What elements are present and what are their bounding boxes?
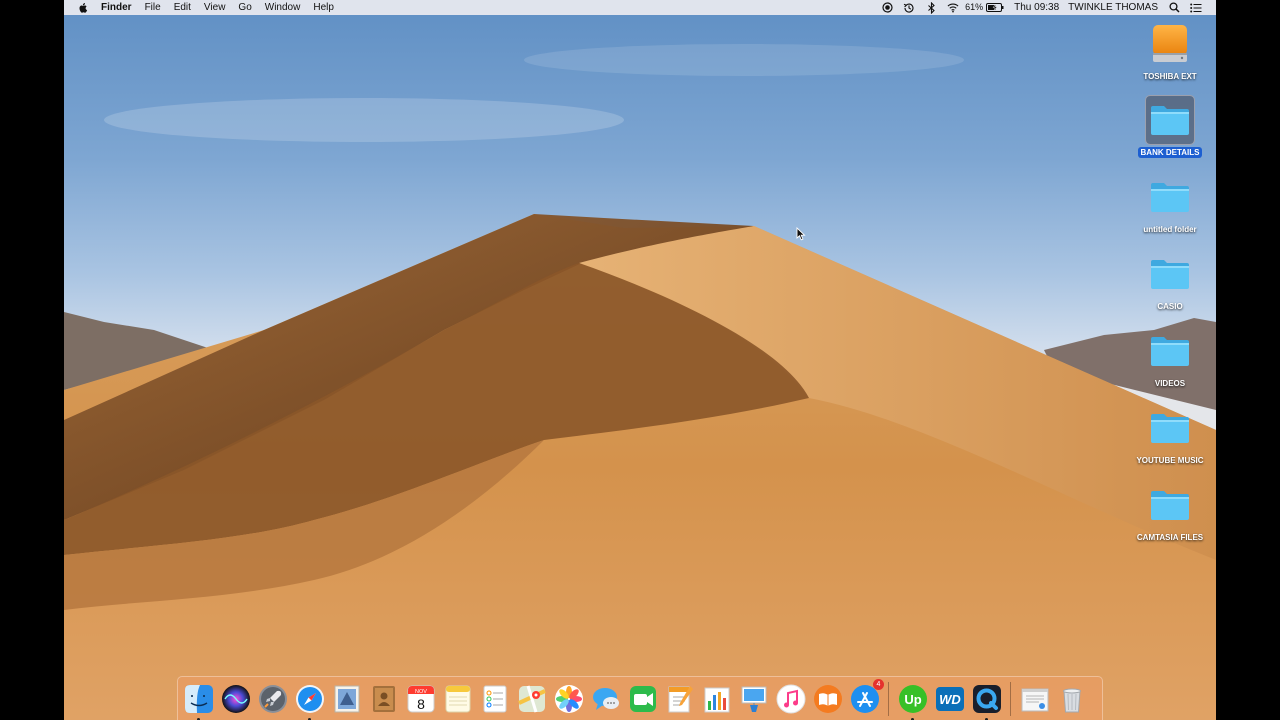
ibooks-icon [813, 684, 842, 713]
dock-maps[interactable] [515, 682, 548, 715]
notification-center-icon[interactable] [1190, 2, 1202, 14]
wd-logo-text: WD [939, 692, 961, 707]
menubar-user-name[interactable]: TWINKLE THOMAS [1068, 2, 1158, 13]
folder-icon [1146, 327, 1194, 375]
dock-facetime[interactable] [626, 682, 659, 715]
desktop-icon-camtasia-files[interactable]: CAMTASIA FILES [1132, 481, 1208, 543]
menubar-clock[interactable]: Thu 09:38 [1014, 2, 1059, 13]
dock-pages[interactable] [663, 682, 696, 715]
desktop-icon-label: VIDEOS [1154, 379, 1186, 388]
dock-quicktime[interactable] [970, 682, 1003, 720]
dock-photos[interactable] [552, 682, 585, 715]
dock-siri[interactable] [219, 682, 252, 715]
battery-icon[interactable] [986, 2, 1004, 14]
messages-bubble-icon [592, 687, 619, 710]
trash-icon [1062, 688, 1081, 712]
dock-ibooks[interactable] [811, 682, 844, 715]
desktop-icon-casio[interactable]: CASIO [1132, 250, 1208, 312]
wd-icon: WD [935, 686, 964, 711]
menu-bar: Finder File Edit View Go Window Help 61% [64, 0, 1216, 15]
dock-safari[interactable] [293, 682, 326, 720]
reminders-icon [483, 685, 506, 712]
dock-keynote[interactable] [737, 682, 770, 715]
photos-flower-icon [554, 684, 583, 713]
dock-launchpad[interactable] [256, 682, 289, 715]
folder-icon [1146, 173, 1194, 221]
notification-badge: 4 [873, 679, 884, 690]
upwork-logo-text: Up [904, 692, 921, 707]
dock-messages[interactable] [589, 682, 622, 715]
folder-icon [1146, 481, 1194, 529]
desktop-icon-label: YOUTUBE MUSIC [1136, 456, 1204, 465]
dock-calendar[interactable]: NOV 8 [404, 682, 437, 715]
folder-icon [1146, 404, 1194, 452]
dock-notes[interactable] [441, 682, 474, 715]
menu-file[interactable]: File [145, 0, 161, 15]
dock-trash[interactable] [1055, 682, 1088, 715]
mail-stamp-icon [334, 685, 359, 712]
apple-icon[interactable] [78, 2, 89, 14]
safari-compass-icon [295, 684, 324, 713]
dock-reminders[interactable] [478, 682, 511, 715]
itunes-music-icon [776, 684, 805, 713]
battery-percentage: 61% [965, 2, 984, 12]
preview-document-icon [1021, 688, 1048, 711]
dock-separator [888, 681, 889, 716]
quicktime-icon [972, 684, 1001, 713]
dock-separator [1010, 681, 1011, 716]
desktop-icon-label: untitled folder [1143, 225, 1197, 234]
finder-icon [184, 684, 213, 713]
dock-app-store[interactable]: 4 [848, 679, 884, 715]
menu-go[interactable]: Go [238, 0, 251, 15]
calendar-icon: NOV8 [407, 685, 434, 712]
desktop-icon-untitled-folder[interactable]: untitled folder [1132, 173, 1208, 235]
dock-finder[interactable] [182, 682, 215, 720]
siri-icon [221, 684, 250, 713]
calendar-month: NOV [415, 689, 427, 695]
folder-icon [1146, 250, 1194, 298]
desktop-icon-bank-details[interactable]: BANK DETAILS [1132, 95, 1208, 158]
desktop-icon-label: TOSHIBA EXT [1143, 72, 1197, 81]
menu-help[interactable]: Help [313, 0, 334, 15]
folder-icon [1145, 95, 1195, 145]
bluetooth-icon[interactable] [925, 1, 937, 14]
launchpad-rocket-icon [258, 684, 287, 713]
external-drive-icon [1146, 20, 1194, 68]
menu-window[interactable]: Window [265, 0, 301, 15]
numbers-chart-icon [704, 687, 729, 712]
desktop-icon-videos[interactable]: VIDEOS [1132, 327, 1208, 389]
facetime-camera-icon [629, 685, 656, 712]
desktop-icon-label: CASIO [1157, 302, 1183, 311]
calendar-day: 8 [417, 696, 425, 712]
pages-icon [668, 685, 693, 712]
desktop-icon-label: CAMTASIA FILES [1136, 533, 1204, 542]
time-machine-icon[interactable] [903, 2, 915, 14]
dock-mail[interactable] [330, 682, 363, 715]
desktop-icon-label: BANK DETAILS [1137, 147, 1203, 158]
notes-icon [445, 685, 470, 712]
dock-itunes[interactable] [774, 682, 807, 715]
desktop-wallpaper [64, 44, 1216, 720]
maps-icon [517, 685, 546, 712]
desktop[interactable]: Finder File Edit View Go Window Help 61% [64, 0, 1216, 720]
dock-upwork[interactable]: Up [896, 682, 929, 720]
wifi-icon[interactable] [947, 2, 959, 14]
desktop-icon-youtube-music[interactable]: YOUTUBE MUSIC [1132, 404, 1208, 466]
dock-contacts[interactable] [367, 682, 400, 715]
record-icon[interactable] [881, 2, 893, 14]
dock-numbers[interactable] [700, 682, 733, 715]
desktop-icon-toshiba-ext[interactable]: TOSHIBA EXT [1132, 20, 1208, 82]
spotlight-search-icon[interactable] [1168, 2, 1180, 14]
menu-app-finder[interactable]: Finder [101, 0, 132, 15]
dock: NOV 8 4 Up WD [177, 676, 1103, 720]
menu-view[interactable]: View [204, 0, 226, 15]
mouse-cursor-icon [796, 227, 806, 241]
contacts-book-icon [372, 685, 395, 712]
menu-edit[interactable]: Edit [174, 0, 191, 15]
upwork-icon: Up [898, 684, 927, 713]
dock-wd[interactable]: WD [933, 682, 966, 715]
dock-preview[interactable] [1018, 682, 1051, 715]
keynote-podium-icon [741, 686, 766, 712]
